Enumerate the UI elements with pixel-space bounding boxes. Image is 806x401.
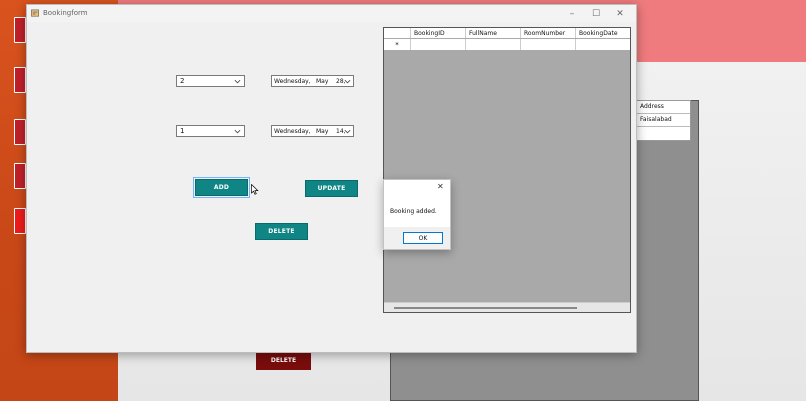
grid-new-row-marker: * [384,39,411,50]
checkin-date-picker[interactable]: Wednesday, May 28, [271,75,354,87]
chevron-down-icon [344,79,351,84]
checkout-date-picker[interactable]: Wednesday, May 14, [271,125,354,137]
app-icon [31,9,39,17]
customer-combo-value: 1 [180,127,185,135]
room-combo-value: 2 [180,77,185,85]
chevron-down-icon [344,129,351,134]
mouse-pointer-icon [251,184,259,195]
scrollbar-thumb[interactable] [394,307,577,309]
grid-row-header-corner [384,28,411,38]
date-month: May [316,78,329,85]
grid-column-header[interactable]: BookingID [411,28,466,38]
grid-cell[interactable] [411,39,466,50]
room-combo[interactable]: 2 [176,75,245,87]
delete-button[interactable]: DELETE [255,223,308,240]
add-button[interactable]: ADD [193,177,250,198]
chevron-down-icon [234,79,241,84]
close-icon[interactable]: ✕ [437,182,446,191]
update-button[interactable]: UPDATE [305,180,358,197]
background-sidebar-button [14,67,26,93]
maximize-button[interactable]: ☐ [584,7,608,20]
grid-cell[interactable] [466,39,521,50]
chevron-down-icon [234,129,241,134]
bookings-grid[interactable]: BookingID FullName RoomNumber BookingDat… [383,27,631,313]
background-grid-cell-address: Faisalabad [637,114,690,127]
grid-header: BookingID FullName RoomNumber BookingDat… [384,28,630,39]
background-sidebar-button [14,17,26,43]
grid-column-header[interactable]: BookingDate [576,28,630,38]
background-grid-cell-empty [637,127,690,140]
message-box-footer: OK [384,227,450,249]
ok-button[interactable]: OK [403,232,443,244]
date-weekday: Wednesday, [274,77,311,85]
grid-cell[interactable] [521,39,576,50]
background-delete-button: DELETE [256,351,311,370]
grid-column-header[interactable]: FullName [466,28,521,38]
title-bar[interactable]: Bookingform – ☐ ✕ [27,5,636,22]
close-button[interactable]: ✕ [608,7,632,20]
horizontal-scrollbar[interactable] [384,302,630,312]
grid-cell[interactable] [576,39,630,50]
window-title: Bookingform [43,9,88,17]
background-sidebar-button [14,119,26,145]
message-box: ✕ Booking added. OK [383,179,451,250]
message-text: Booking added. [390,208,437,215]
grid-new-row[interactable]: * [384,39,630,51]
message-box-titlebar[interactable]: ✕ [384,180,450,197]
grid-column-header[interactable]: RoomNumber [521,28,576,38]
background-sidebar-button [14,163,26,189]
date-month: May [316,128,329,135]
date-weekday: Wednesday, [274,127,311,135]
customer-combo[interactable]: 1 [176,125,245,137]
background-grid-table: Address Faisalabad [636,100,691,141]
background-sidebar-button [14,208,26,234]
background-grid-header-address: Address [637,101,690,114]
minimize-button[interactable]: – [560,7,584,20]
